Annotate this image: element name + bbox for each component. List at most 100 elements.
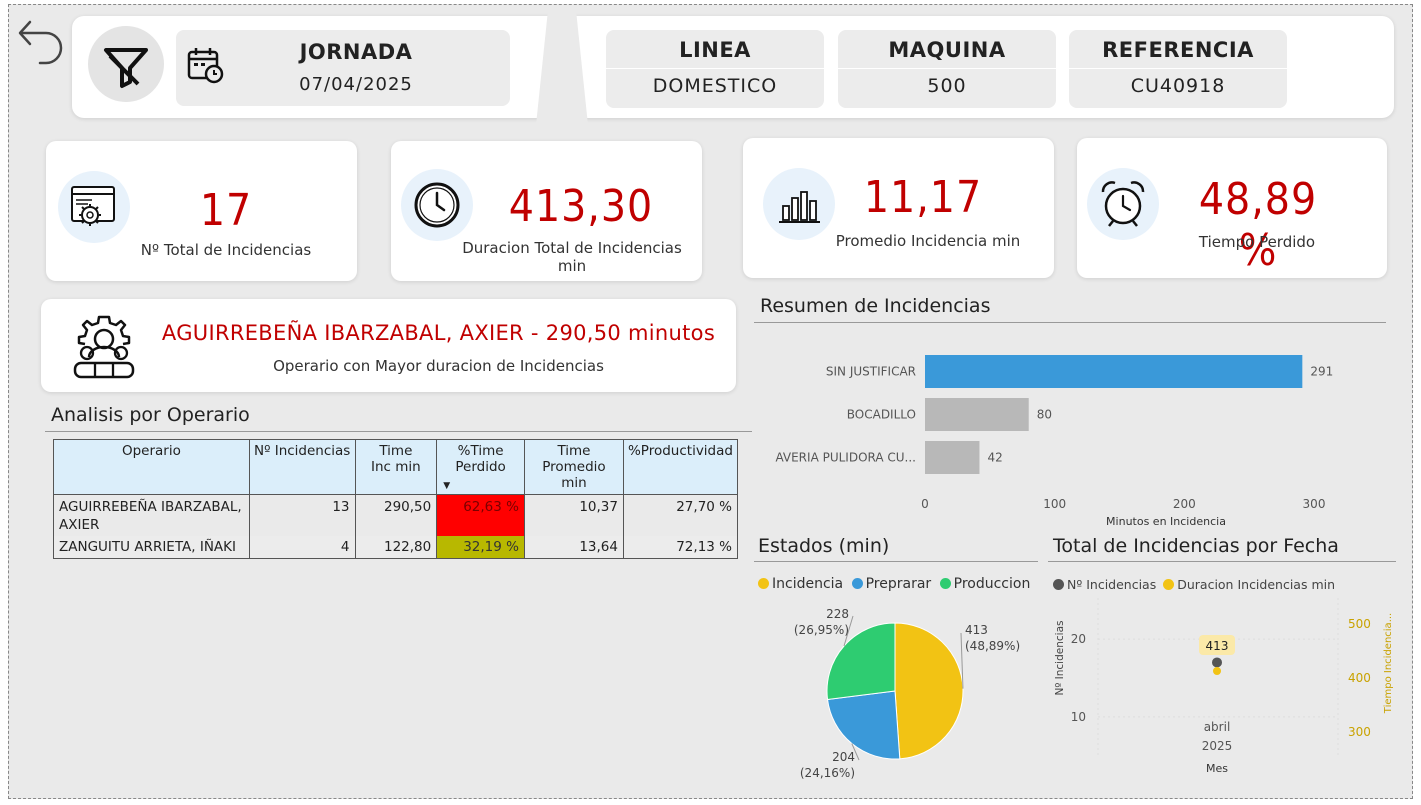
kpi-card-total-incidencias: 17 Nº Total de Incidencias bbox=[46, 141, 357, 281]
linea-title: LINEA bbox=[679, 38, 751, 62]
maquina-box: MAQUINA 500 bbox=[838, 30, 1056, 108]
bar[interactable] bbox=[925, 355, 1303, 388]
maquina-value: 500 bbox=[927, 75, 967, 97]
kpi-label: Nº Total de Incidencias bbox=[140, 241, 312, 259]
scatter-chart: 20 10 500 400 300 Nº Incidencias Tiempo Incide… bbox=[1054, 598, 1394, 775]
x-axis-label: Mes bbox=[1206, 762, 1228, 775]
settings-window-icon bbox=[71, 186, 115, 226]
referencia-value: CU40918 bbox=[1130, 75, 1226, 97]
operator-table: Operario Nº Incidencias Time Inc min %Ti… bbox=[53, 439, 739, 559]
legend-label: Incidencia bbox=[772, 576, 844, 592]
legend-label: Preprarar bbox=[865, 576, 932, 592]
back-arrow-icon[interactable] bbox=[16, 14, 66, 66]
column-header-time-inc[interactable]: Time Inc min bbox=[354, 439, 438, 495]
x-tick-label: 2025 bbox=[1202, 739, 1233, 753]
column-header-label: %Time Perdido bbox=[455, 443, 506, 475]
cell-incidencias: 13 bbox=[248, 494, 356, 536]
kpi-card-tiempo-perdido: 48,89 % Tiempo Perdido bbox=[1077, 138, 1387, 278]
maquina-title: MAQUINA bbox=[888, 38, 1006, 62]
scatter-chart-title: Total de Incidencias por Fecha bbox=[1053, 535, 1339, 557]
legend-dot bbox=[851, 578, 863, 589]
kpi-value: 48,89 % bbox=[1198, 174, 1318, 276]
linea-value: DOMESTICO bbox=[652, 75, 778, 97]
legend-dot bbox=[939, 578, 951, 589]
y-tick-label: 10 bbox=[1071, 710, 1086, 724]
operator-gear-icon bbox=[73, 315, 135, 379]
category-label: BOCADILLO bbox=[847, 408, 916, 422]
title-rule bbox=[754, 322, 1386, 323]
column-header-time-perdido[interactable]: %Time Perdido ▼ bbox=[436, 439, 525, 495]
alarm-clock-icon bbox=[1101, 181, 1145, 227]
y2-tick-label: 300 bbox=[1348, 725, 1371, 739]
cell-productividad: 72,13 % bbox=[622, 536, 739, 559]
kpi-icon-bg bbox=[1087, 168, 1159, 240]
column-header-productividad[interactable]: %Productividad bbox=[622, 439, 739, 495]
kpi-label: Tiempo Perdido bbox=[1198, 233, 1316, 251]
slice-label: 228 bbox=[826, 607, 849, 621]
slice-label: 204 bbox=[832, 750, 855, 764]
calendar-icon bbox=[187, 48, 224, 84]
column-header-incidencias[interactable]: Nº Incidencias bbox=[248, 439, 356, 495]
y2-tick-label: 500 bbox=[1348, 617, 1371, 631]
legend-label: Duracion Incidencias min bbox=[1177, 577, 1336, 592]
tick-label: 200 bbox=[1173, 497, 1196, 511]
column-header-label: Time Promedio min bbox=[542, 443, 606, 491]
column-header-promedio[interactable]: Time Promedio min bbox=[523, 439, 624, 495]
data-point[interactable] bbox=[1212, 657, 1222, 668]
legend-dot bbox=[1053, 579, 1064, 590]
slice-pct: (26,95%) bbox=[794, 623, 849, 637]
clock-icon bbox=[414, 182, 460, 228]
filter-button[interactable] bbox=[88, 26, 164, 102]
jornada-value: 07/04/2025 bbox=[299, 74, 413, 95]
category-label: AVERIA PULIDORA CU... bbox=[775, 451, 916, 465]
bar-chart-title: Resumen de Incidencias bbox=[760, 295, 991, 317]
bar[interactable] bbox=[925, 398, 1029, 431]
data-label: 80 bbox=[1037, 408, 1052, 422]
table-row[interactable]: AGUIRREBEÑA IBARZABAL, AXIER 13 290,50 6… bbox=[53, 494, 739, 536]
legend-item[interactable]: Incidencia bbox=[758, 576, 843, 592]
pie-legend: Incidencia Preprarar Produccion bbox=[758, 576, 1030, 592]
slice-pct: (48,89%) bbox=[965, 639, 1020, 653]
legend-item[interactable]: Produccion bbox=[939, 576, 1031, 592]
title-rule bbox=[754, 561, 1038, 562]
kpi-card-promedio: 11,17 Promedio Incidencia min bbox=[743, 138, 1054, 278]
legend-item[interactable]: Duracion Incidencias min bbox=[1163, 577, 1335, 592]
operator-table-title: Analisis por Operario bbox=[51, 404, 250, 426]
title-rule bbox=[1048, 561, 1396, 562]
column-header-label: Time Inc min bbox=[371, 443, 421, 475]
filter-icon bbox=[104, 48, 148, 88]
bar[interactable] bbox=[925, 441, 980, 474]
cell-operario: ZANGUITU ARRIETA, IÑAKI bbox=[53, 536, 250, 559]
axis-label: Minutos en Incidencia bbox=[1106, 515, 1226, 528]
data-label: 42 bbox=[987, 451, 1002, 465]
sort-desc-icon: ▼ bbox=[443, 481, 451, 491]
legend-dot bbox=[1163, 579, 1175, 590]
y2-axis-label: Tiempo Incidencia... bbox=[1383, 613, 1394, 714]
legend-item[interactable]: Nº Incidencias bbox=[1053, 577, 1156, 592]
cell-promedio: 10,37 bbox=[523, 494, 624, 536]
cell-time-perdido: 62,63 % bbox=[436, 494, 525, 536]
kpi-value: 17 bbox=[199, 185, 253, 236]
tick-label: 100 bbox=[1043, 497, 1066, 511]
top-operator-card: AGUIRREBEÑA IBARZABAL, AXIER - 290,50 mi… bbox=[41, 299, 736, 392]
pie-slice[interactable] bbox=[894, 622, 964, 760]
tick-label: 300 bbox=[1303, 497, 1326, 511]
category-label: SIN JUSTIFICAR bbox=[826, 365, 916, 379]
scatter-legend: Nº Incidencias Duracion Incidencias min bbox=[1053, 577, 1335, 592]
data-point[interactable] bbox=[1213, 667, 1221, 675]
x-tick-label: abril bbox=[1204, 720, 1231, 734]
data-label: 291 bbox=[1310, 365, 1333, 379]
title-rule bbox=[45, 431, 752, 432]
cell-promedio: 13,64 bbox=[523, 536, 624, 559]
legend-label: Produccion bbox=[953, 576, 1031, 592]
kpi-icon-bg bbox=[763, 168, 835, 240]
cell-productividad: 27,70 % bbox=[622, 494, 739, 536]
table-row[interactable]: ZANGUITU ARRIETA, IÑAKI 4 122,80 32,19 %… bbox=[53, 536, 739, 559]
legend-item[interactable]: Preprarar bbox=[851, 576, 932, 592]
kpi-label: Promedio Incidencia min bbox=[835, 232, 1021, 250]
pie-slice[interactable] bbox=[826, 690, 901, 760]
y-axis-label: Nº Incidencias bbox=[1054, 621, 1066, 696]
bar-chart-icon bbox=[779, 191, 820, 223]
column-header-operario[interactable]: Operario bbox=[53, 439, 250, 495]
cell-time-inc: 122,80 bbox=[354, 536, 438, 559]
